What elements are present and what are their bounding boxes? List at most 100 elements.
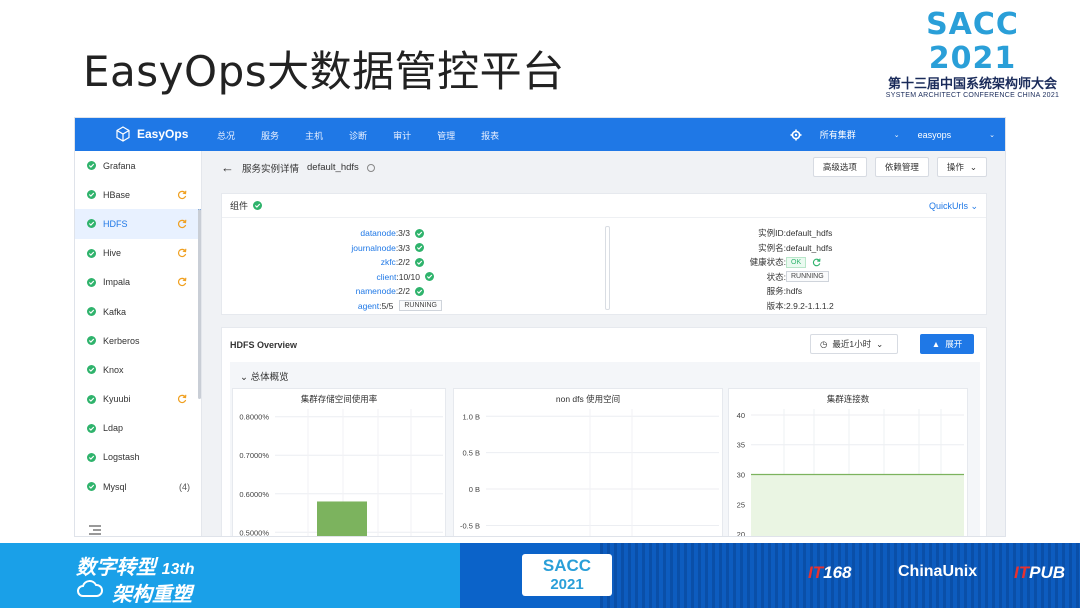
sidebar-scrollbar[interactable] [198,209,201,399]
component-link[interactable]: zkfc [381,257,396,267]
chart-storage-usage: 集群存储空间使用率 0.8000% 0.7000% 0.6000% 0.5000% [232,388,446,536]
component-count: :5/5 [379,300,394,311]
check-circle-icon [87,452,96,462]
partner-chinaunix: ChinaUnix [898,563,978,580]
y-tick-label: 0.8000% [239,413,269,422]
dependency-manage-button[interactable]: 依赖管理 [874,157,929,177]
back-arrow-icon[interactable]: ← [221,160,234,175]
component-count: :3/3 [395,242,410,253]
instance-id: default_hdfs [786,228,833,239]
sacc-logo-en: SYSTEM ARCHITECT CONFERENCE CHINA 2021 [885,92,1060,99]
sidebar-item-hive[interactable]: Hive [75,239,201,268]
health-badge: OK [786,256,807,268]
slogan-number: 13th [161,561,195,578]
chevron-down-icon: ⌄ [876,338,884,349]
panel-splitter[interactable] [605,226,610,310]
collapse-menu-icon[interactable] [89,522,101,535]
component-row-journalnode: journalnode:3/3 [222,241,442,256]
cluster-select[interactable]: 所有集群 [820,128,856,141]
nav-reports[interactable]: 报表 [481,129,499,142]
component-row-namenode: namenode:2/2 [222,284,442,299]
quickurls-dropdown[interactable]: QuickUrls ⌄ [929,201,978,212]
slogan-line2: 架构重塑 [112,584,192,606]
user-menu[interactable]: easyops [918,130,952,140]
nav-overview[interactable]: 总况 [217,129,235,142]
component-link[interactable]: agent [358,301,379,311]
component-link[interactable]: namenode [356,286,396,296]
sync-icon [177,394,187,404]
sidebar-item-label: Kafka [103,306,127,317]
nav-audit[interactable]: 审计 [393,129,411,142]
summary-section: ⌄ 总体概览 集群存储空间使用率 0.8000% 0.7000% 0.6000% 0.… [230,362,980,536]
sync-icon [177,190,187,199]
check-circle-icon [415,243,424,253]
gear-icon[interactable] [790,129,802,141]
sidebar-item-impala[interactable]: Impala [75,268,201,297]
sidebar-item-grafana[interactable]: Grafana [75,151,201,180]
chevron-down-icon: ⌄ [969,161,977,172]
sidebar-item-kafka[interactable]: Kafka [75,297,201,326]
info-row-state: 状态: RUNNING [668,270,928,285]
sidebar-item-hbase[interactable]: HBase [75,180,201,209]
slide-title: EasyOps大数据管控平台 [83,47,565,96]
operations-button[interactable]: 操作 ⌄ [936,157,987,177]
brand-name: EasyOps [137,127,189,141]
clock-icon: ◷ [820,338,828,349]
component-list: datanode:3/3 journalnode:3/3 zkfc:2/2 clien… [222,226,442,313]
sidebar-item-kerberos[interactable]: Kerberos [75,326,201,355]
cloud-icon [77,580,103,597]
partner-itpub-text: PUB [1029,563,1066,582]
summary-toggle[interactable]: ⌄ 总体概览 [240,369,289,383]
component-count: :3/3 [395,228,410,239]
nav-hosts[interactable]: 主机 [305,129,323,142]
y-tick-label: -0.5 B [460,521,480,530]
partner-it168-text: 168 [823,563,852,582]
nav-diagnose[interactable]: 诊断 [349,129,367,142]
check-circle-icon [87,394,96,404]
state-badge: RUNNING [786,271,829,283]
check-circle-icon [87,423,96,433]
header-actions: 高级选项 依赖管理 操作 ⌄ [812,157,987,177]
sidebar-item-mysql[interactable]: Mysql (4) [75,472,201,501]
info-circle-icon[interactable] [366,163,375,172]
component-link[interactable]: client [377,272,397,282]
nav-services[interactable]: 服务 [261,129,279,142]
running-badge: RUNNING [399,300,442,312]
sidebar-item-ldap[interactable]: Ldap [75,414,201,443]
component-count: :2/2 [395,257,410,268]
slogan-text: 数字转型 [76,557,156,579]
expand-button[interactable]: ▲ 展开 [920,334,974,354]
main-content: ← 服务实例详情 default_hdfs 高级选项 依赖管理 操作 ⌄ 组件 [207,151,1005,536]
sidebar-item-label: Hive [103,248,122,259]
sacc-badge-title: SACC [542,556,592,575]
brand[interactable]: EasyOps [115,126,188,142]
advanced-options-button[interactable]: 高级选项 [812,157,867,177]
component-link[interactable]: datanode [360,228,395,238]
sidebar-item-label: Grafana [103,160,136,171]
service-sidebar: Grafana HBase HDFS Hive Impala Kafka Kerberos K… [75,151,202,536]
version-value: 2.9.2-1.1.1.2 [786,300,834,311]
y-tick-label: 0.7000% [239,451,269,460]
main-nav: 总况 服务 主机 诊断 审计 管理 报表 [217,129,499,142]
time-range-select[interactable]: ◷ 最近1小时 ⌄ [810,334,898,354]
component-link[interactable]: journalnode [351,243,395,253]
sidebar-item-knox[interactable]: Knox [75,355,201,384]
connections-chart: 40 35 30 25 20 [737,409,964,536]
info-row-id: 实例ID: default_hdfs [758,228,833,239]
sync-icon [177,278,187,287]
y-tick-label: 25 [737,500,745,509]
caret-up-icon: ▲ [931,339,941,349]
refresh-icon[interactable] [812,258,821,267]
nav-manage[interactable]: 管理 [437,129,455,142]
sidebar-item-kyuubi[interactable]: Kyuubi [75,385,201,414]
info-row-health: 健康状态: OK [668,255,928,270]
sidebar-item-label: Kyuubi [103,394,131,405]
check-circle-icon [87,336,96,346]
sidebar-item-logstash[interactable]: Logstash [75,443,201,472]
sidebar-item-hdfs[interactable]: HDFS [75,209,201,239]
sidebar-item-label: HDFS [103,218,128,229]
chart-non-dfs: non dfs 使用空间 1.0 B 0.5 B0 B -0.5 B [453,388,723,536]
instance-info: 实例ID: default_hdfs 实例名: default_hdfs 健康状态:… [668,226,928,313]
footer-banner: 数字转型 13th 架构重塑 SACC 2021 IT168 ChinaUnix… [0,543,1080,608]
y-tick-label: 1.0 B [462,412,480,421]
